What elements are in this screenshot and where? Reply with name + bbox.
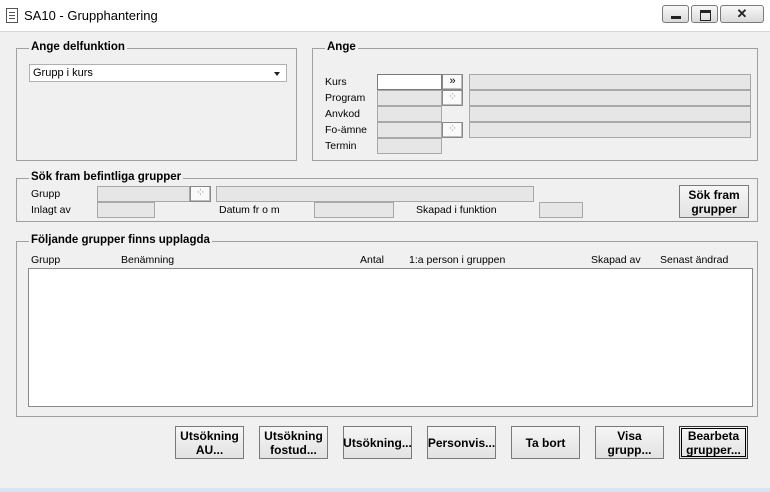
close-icon: ✕ bbox=[736, 6, 748, 21]
program-label: Program bbox=[325, 92, 366, 104]
maximize-button[interactable] bbox=[691, 5, 718, 23]
sok-group: Sök fram befintliga grupper Grupp ⁘ Inla… bbox=[16, 171, 758, 222]
kurs-lookup-button[interactable]: » bbox=[442, 74, 463, 90]
title-bar: SA10 - Grupphantering ✕ bbox=[0, 0, 770, 32]
foamne-label: Fo-ämne bbox=[325, 124, 368, 136]
foamne-input[interactable] bbox=[377, 122, 442, 138]
program-lookup-button[interactable]: ⁘ bbox=[442, 90, 463, 106]
anvkod-description-field bbox=[469, 106, 751, 122]
column-header-skapad-av[interactable]: Skapad av bbox=[591, 254, 641, 266]
anvkod-label: Anvkod bbox=[325, 108, 361, 120]
app-document-icon bbox=[6, 8, 18, 23]
column-header-grupp[interactable]: Grupp bbox=[31, 254, 60, 266]
ange-legend: Ange bbox=[325, 41, 358, 53]
ta-bort-button[interactable]: Ta bort bbox=[511, 426, 580, 459]
inlagt-input[interactable] bbox=[97, 202, 155, 218]
datum-input[interactable] bbox=[314, 202, 394, 218]
delfunktion-selected-value: Grupp i kurs bbox=[33, 67, 93, 79]
sok-fram-grupper-button[interactable]: Sök fram grupper bbox=[679, 185, 749, 218]
utsokning-fostud-button[interactable]: Utsökning fostud... bbox=[259, 426, 328, 459]
sok-legend: Sök fram befintliga grupper bbox=[29, 171, 184, 183]
kurs-description-field bbox=[469, 74, 751, 90]
visa-grupp-button[interactable]: Visa grupp... bbox=[595, 426, 664, 459]
utsokning-au-button[interactable]: Utsökning AU... bbox=[175, 426, 244, 459]
kurs-label: Kurs bbox=[325, 76, 347, 88]
program-description-field bbox=[469, 90, 751, 106]
grupp-input[interactable] bbox=[97, 186, 190, 202]
foamne-lookup-button[interactable]: ⁘ bbox=[442, 122, 463, 138]
ange-group: Ange Kurs » Program ⁘ Anvkod Fo-ämne ⁘ T… bbox=[312, 41, 758, 161]
anvkod-input[interactable] bbox=[377, 106, 442, 122]
datum-label: Datum fr o m bbox=[219, 204, 280, 216]
minimize-button[interactable] bbox=[662, 5, 689, 23]
termin-label: Termin bbox=[325, 140, 357, 152]
window-title: SA10 - Grupphantering bbox=[24, 8, 158, 23]
program-input[interactable] bbox=[377, 90, 442, 106]
column-header-forsta-person[interactable]: 1:a person i gruppen bbox=[409, 254, 505, 266]
close-button[interactable]: ✕ bbox=[720, 5, 764, 23]
delfunktion-group: Ange delfunktion Grupp i kurs bbox=[16, 41, 297, 161]
grupper-list[interactable] bbox=[28, 268, 753, 407]
column-header-senast-andrad[interactable]: Senast ändrad bbox=[660, 254, 728, 266]
bearbeta-grupper-button[interactable]: Bearbeta grupper... bbox=[679, 426, 748, 459]
delfunktion-legend: Ange delfunktion bbox=[29, 41, 127, 53]
personvis-button[interactable]: Personvis... bbox=[427, 426, 496, 459]
kurs-input[interactable] bbox=[377, 74, 442, 90]
inlagt-label: Inlagt av bbox=[31, 204, 71, 216]
foamne-description-field bbox=[469, 122, 751, 138]
grupper-list-group: Följande grupper finns upplagda Grupp Be… bbox=[16, 234, 758, 417]
delfunktion-select[interactable]: Grupp i kurs bbox=[29, 64, 287, 82]
grupper-list-legend: Följande grupper finns upplagda bbox=[29, 234, 212, 246]
column-header-antal[interactable]: Antal bbox=[360, 254, 384, 266]
column-header-benamning[interactable]: Benämning bbox=[121, 254, 174, 266]
utsokning-button[interactable]: Utsökning... bbox=[343, 426, 412, 459]
grupp-lookup-button[interactable]: ⁘ bbox=[190, 186, 211, 202]
grupp-description-field bbox=[216, 186, 534, 202]
window-bottom-border bbox=[0, 488, 770, 492]
skapad-input[interactable] bbox=[539, 202, 583, 218]
grupp-label: Grupp bbox=[31, 188, 61, 200]
chevron-down-icon[interactable] bbox=[274, 72, 280, 76]
skapad-label: Skapad i funktion bbox=[416, 204, 497, 216]
termin-input[interactable] bbox=[377, 138, 442, 154]
